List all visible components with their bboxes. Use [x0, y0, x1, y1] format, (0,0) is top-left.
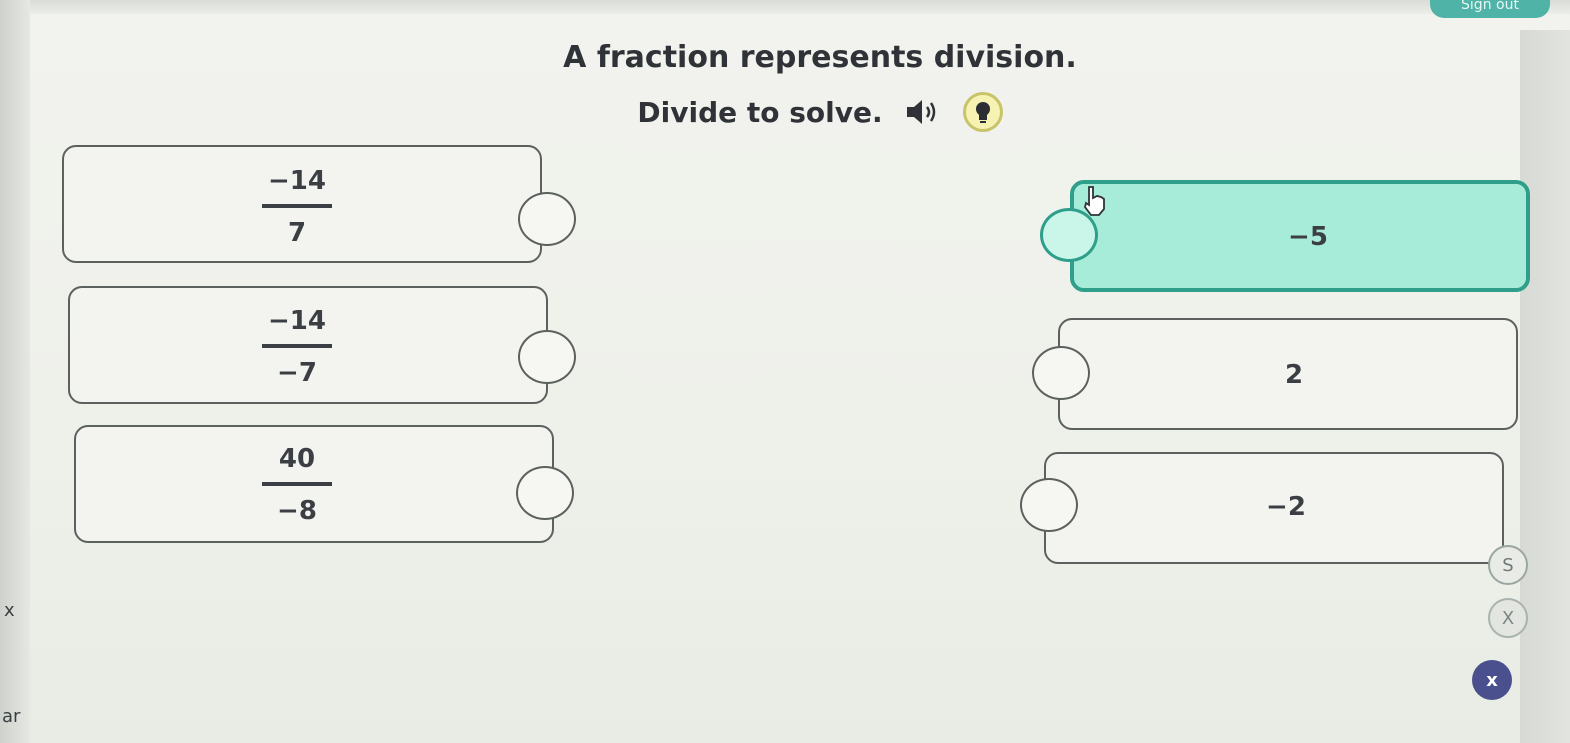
left-connector-3[interactable] [516, 466, 574, 520]
fraction-bar [262, 344, 332, 348]
instruction-row: Divide to solve. [600, 92, 1040, 132]
fraction-denominator: 7 [287, 218, 307, 248]
fraction-bar [262, 482, 332, 486]
answer-value-2: 2 [1284, 360, 1304, 390]
top-bar [0, 0, 1570, 14]
fraction-denominator: −7 [277, 358, 317, 388]
fraction-3: 40 −8 [262, 444, 332, 526]
side-tool-close-button[interactable]: X [1488, 598, 1528, 638]
sign-out-button[interactable]: Sign out [1430, 0, 1550, 18]
answer-value-3: −2 [1266, 492, 1306, 522]
fraction-numerator: −14 [268, 306, 326, 336]
edge-fragment-text: ar [2, 706, 21, 727]
page-title: A fraction represents division. [563, 40, 1077, 75]
fraction-numerator: −14 [268, 166, 326, 196]
fraction-numerator: 40 [278, 444, 316, 474]
side-tool-s-button[interactable]: S [1488, 545, 1528, 585]
right-tool-panel [1520, 30, 1570, 743]
hand-pointer-icon [1080, 185, 1108, 217]
fraction-denominator: −8 [277, 496, 317, 526]
right-connector-3[interactable] [1020, 478, 1078, 532]
edge-fragment-x: x [4, 600, 15, 621]
lightbulb-icon [975, 102, 990, 123]
left-connector-1[interactable] [518, 192, 576, 246]
screen: Sign out x ar A fraction represents divi… [0, 0, 1570, 743]
fraction-bar [262, 204, 332, 208]
right-connector-2[interactable] [1032, 346, 1090, 400]
answer-value-1: −5 [1288, 222, 1328, 252]
left-connector-2[interactable] [518, 330, 576, 384]
left-edge [0, 0, 30, 743]
speaker-icon[interactable] [905, 98, 941, 126]
fraction-2: −14 −7 [262, 306, 332, 388]
instruction-text: Divide to solve. [637, 95, 883, 129]
hint-button[interactable] [962, 92, 1003, 132]
side-tool-variable-button[interactable]: x [1472, 660, 1512, 700]
fraction-1: −14 7 [262, 166, 332, 248]
